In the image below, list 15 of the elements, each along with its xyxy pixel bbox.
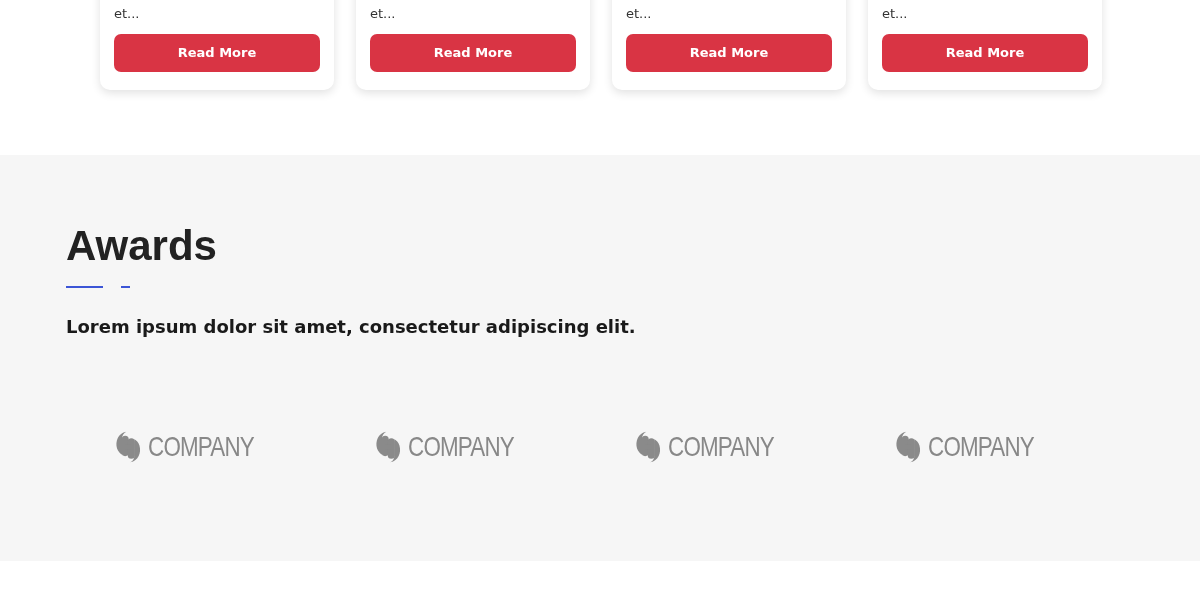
title-underline — [66, 286, 130, 288]
read-more-button[interactable]: Read More — [626, 33, 832, 72]
section-description: Lorem ipsum dolor sit amet, consectetur adipiscing elit. — [66, 315, 637, 339]
section-title: Awards — [66, 220, 218, 271]
company-name: COMPANY — [667, 430, 774, 464]
card-text: et... — [882, 6, 909, 22]
company-name: COMPANY — [147, 430, 254, 464]
card-text: et... — [114, 6, 141, 22]
company-name: COMPANY — [927, 430, 1034, 464]
read-more-button[interactable]: Read More — [114, 33, 320, 72]
company-name: COMPANY — [407, 430, 514, 464]
card-text: et... — [626, 6, 653, 22]
read-more-button[interactable]: Read More — [882, 33, 1088, 72]
read-more-button[interactable]: Read More — [370, 33, 576, 72]
card-text: et... — [370, 6, 397, 22]
